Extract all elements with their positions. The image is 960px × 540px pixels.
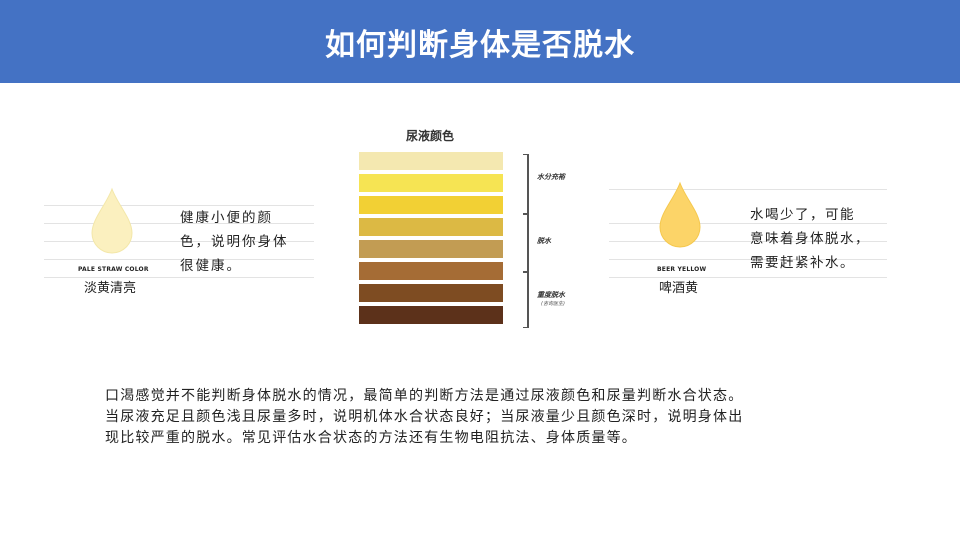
description-line: 意味着身体脱水， bbox=[750, 231, 870, 247]
description-line: 色，说明你身体 bbox=[180, 234, 289, 250]
description-line: 需要赶紧补水。 bbox=[750, 255, 855, 271]
paragraph-line: 现比较严重的脱水。常见评估水合状态的方法还有生物电阻抗法、身体质量等。 bbox=[105, 430, 637, 446]
page-title: 如何判断身体是否脱水 bbox=[325, 27, 635, 63]
beer-en-caption: BEER YELLOW bbox=[657, 266, 707, 273]
bracket-hydrated bbox=[523, 154, 529, 214]
pale-straw-card: PALE STRAW COLOR 淡黄清亮 健康小便的颜 色，说明你身体 很健康… bbox=[44, 183, 314, 296]
color-swatch bbox=[359, 174, 503, 192]
color-swatch bbox=[359, 262, 503, 280]
urine-color-chart: 尿液颜色 水分充裕 脱水 重度脱水 (咨询医生) bbox=[351, 122, 581, 330]
pale-description: 健康小便的颜 色，说明你身体 很健康。 bbox=[180, 206, 289, 278]
paragraph-line: 当尿液充足且颜色浅且尿量多时，说明机体水合状态良好；当尿液量少且颜色深时，说明身… bbox=[105, 409, 744, 425]
color-swatch bbox=[359, 152, 503, 170]
color-swatch bbox=[359, 240, 503, 258]
beer-cn-caption: 啤酒黄 bbox=[659, 281, 699, 296]
grid-line bbox=[609, 189, 887, 190]
label-dehydrated: 脱水 bbox=[537, 237, 551, 245]
pale-cn-caption: 淡黄清亮 bbox=[84, 281, 137, 296]
beer-drop-icon bbox=[659, 181, 701, 248]
beer-yellow-card: BEER YELLOW 啤酒黄 水喝少了，可能 意味着身体脱水， 需要赶紧补水。 bbox=[609, 181, 887, 296]
chart-title: 尿液颜色 bbox=[406, 129, 455, 143]
label-severe: 重度脱水 bbox=[537, 291, 565, 299]
description-line: 很健康。 bbox=[180, 258, 242, 274]
color-swatch bbox=[359, 196, 503, 214]
title-banner: 如何判断身体是否脱水 bbox=[0, 0, 960, 83]
color-swatch bbox=[359, 306, 503, 324]
description-line: 水喝少了，可能 bbox=[750, 207, 855, 223]
beer-description: 水喝少了，可能 意味着身体脱水， 需要赶紧补水。 bbox=[750, 203, 870, 275]
grid-line bbox=[609, 277, 887, 278]
bracket-dehydrated bbox=[523, 214, 529, 272]
bracket-severe bbox=[523, 272, 529, 328]
label-severe-sub: (咨询医生) bbox=[541, 301, 565, 307]
color-swatch bbox=[359, 218, 503, 236]
pale-en-caption: PALE STRAW COLOR bbox=[78, 266, 149, 273]
color-swatch bbox=[359, 284, 503, 302]
pale-drop-icon bbox=[91, 187, 133, 254]
explanation-paragraph: 口渴感觉并不能判断身体脱水的情况，最简单的判断方法是通过尿液颜色和尿量判断水合状… bbox=[105, 386, 857, 449]
description-line: 健康小便的颜 bbox=[180, 210, 273, 226]
label-hydrated: 水分充裕 bbox=[537, 173, 565, 181]
paragraph-line: 口渴感觉并不能判断身体脱水的情况，最简单的判断方法是通过尿液颜色和尿量判断水合状… bbox=[105, 388, 744, 404]
